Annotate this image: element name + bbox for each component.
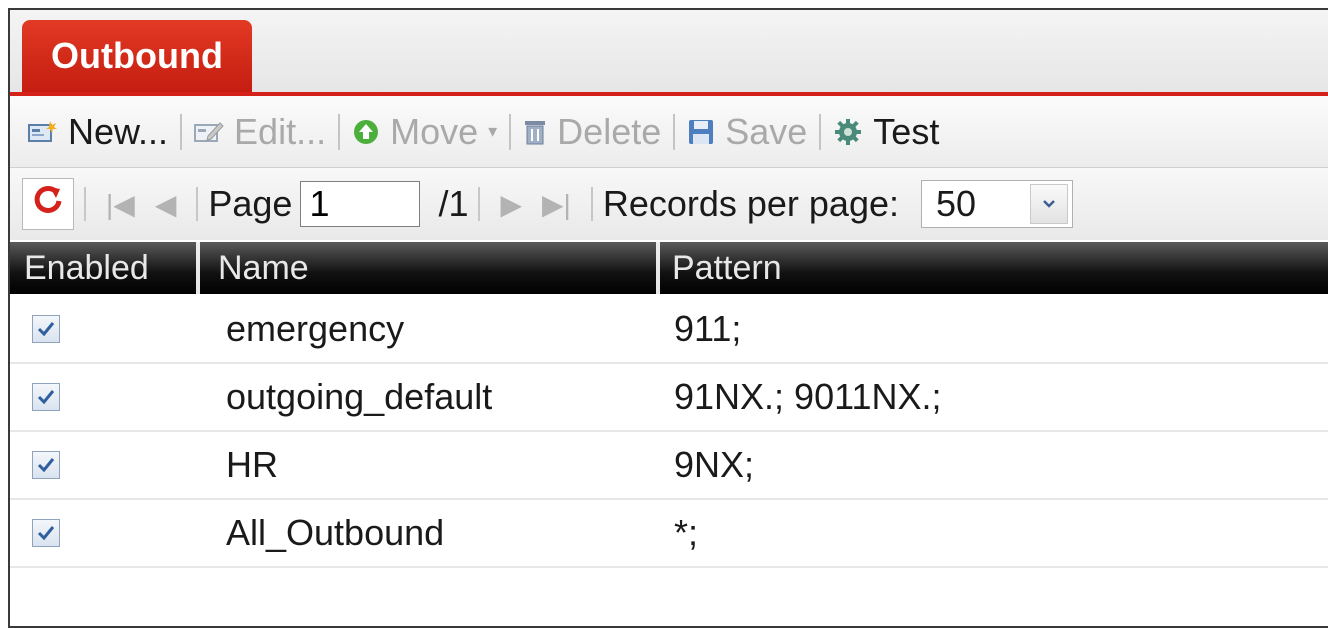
- pager-divider: [478, 187, 481, 221]
- table-row[interactable]: All_Outbound *;: [10, 500, 1328, 568]
- toolbar-divider: [180, 113, 183, 150]
- delete-button[interactable]: Delete: [523, 111, 661, 153]
- new-button-label: New...: [68, 110, 169, 152]
- tab-outbound[interactable]: Outbound: [22, 20, 252, 92]
- grid-header: Enabled Name Pattern: [10, 242, 1328, 294]
- column-divider[interactable]: [656, 242, 660, 294]
- toolbar-divider: [673, 113, 676, 150]
- enabled-checkbox[interactable]: [32, 315, 60, 343]
- row-pattern: 91NX.; 9011NX.;: [674, 376, 942, 417]
- previous-page-icon[interactable]: ◀: [145, 188, 187, 221]
- toolbar: New... Edit... Move ▾ Delete Save Test: [10, 96, 1328, 168]
- column-header-pattern[interactable]: Pattern: [672, 242, 782, 294]
- delete-button-label: Delete: [557, 110, 662, 152]
- column-divider[interactable]: [196, 242, 200, 294]
- edit-button-label: Edit...: [234, 110, 327, 152]
- toolbar-divider: [509, 113, 512, 150]
- checkmark-icon: [37, 322, 55, 337]
- trash-icon: [523, 118, 547, 146]
- edit-button[interactable]: Edit...: [194, 111, 326, 153]
- table-row[interactable]: HR 9NX;: [10, 432, 1328, 500]
- pager-divider: [84, 187, 86, 221]
- move-button[interactable]: Move ▾: [352, 111, 497, 153]
- row-name: emergency: [226, 308, 405, 349]
- outbound-panel: Outbound New... Edit... Move ▾ Delete Sa…: [8, 8, 1328, 628]
- last-page-icon[interactable]: ▶|: [532, 188, 581, 221]
- column-header-enabled[interactable]: Enabled: [24, 242, 149, 294]
- checkmark-icon: [37, 390, 55, 405]
- column-header-name[interactable]: Name: [218, 242, 309, 294]
- row-name: All_Outbound: [226, 512, 445, 553]
- toolbar-divider: [338, 113, 341, 150]
- row-pattern: 911;: [674, 308, 742, 349]
- gear-icon: [833, 117, 863, 147]
- move-up-icon: [352, 118, 380, 146]
- move-button-label: Move: [390, 110, 479, 152]
- floppy-disk-icon: [687, 118, 715, 146]
- table-row[interactable]: outgoing_default 91NX.; 9011NX.;: [10, 364, 1328, 432]
- row-name: HR: [226, 444, 278, 485]
- test-button[interactable]: Test: [833, 111, 939, 153]
- pager-divider: [590, 187, 593, 221]
- checkmark-icon: [37, 526, 55, 541]
- first-page-icon[interactable]: |◀: [96, 188, 145, 221]
- chevron-down-icon[interactable]: [1030, 184, 1069, 224]
- new-button[interactable]: New...: [28, 111, 168, 153]
- row-pattern: 9NX;: [674, 444, 755, 485]
- refresh-icon: [31, 183, 65, 226]
- enabled-checkbox[interactable]: [32, 451, 60, 479]
- row-pattern: *;: [674, 512, 699, 553]
- toolbar-divider: [819, 113, 822, 150]
- records-per-page-value: 50: [936, 183, 977, 224]
- test-button-label: Test: [873, 110, 940, 152]
- save-button-label: Save: [725, 110, 808, 152]
- pager-divider: [196, 187, 199, 221]
- page-number-input[interactable]: [300, 181, 421, 227]
- table-row[interactable]: emergency 911;: [10, 296, 1328, 364]
- pager: |◀ ◀ Page /1 ▶ ▶| Records per page: 50: [10, 168, 1328, 240]
- total-pages: /1: [438, 183, 469, 224]
- page-label: Page: [208, 183, 293, 224]
- new-record-icon: [28, 120, 58, 144]
- enabled-checkbox[interactable]: [32, 519, 60, 547]
- enabled-checkbox[interactable]: [32, 383, 60, 411]
- chevron-down-icon: ▾: [488, 121, 498, 141]
- checkmark-icon: [37, 458, 55, 473]
- tab-strip: Outbound: [10, 10, 1328, 96]
- next-page-icon[interactable]: ▶: [490, 188, 532, 221]
- edit-record-icon: [194, 120, 224, 144]
- row-name: outgoing_default: [226, 376, 493, 417]
- records-per-page-select[interactable]: 50: [921, 180, 1074, 228]
- refresh-button[interactable]: [22, 178, 74, 230]
- records-per-page-label: Records per page:: [602, 183, 900, 224]
- save-button[interactable]: Save: [687, 111, 807, 153]
